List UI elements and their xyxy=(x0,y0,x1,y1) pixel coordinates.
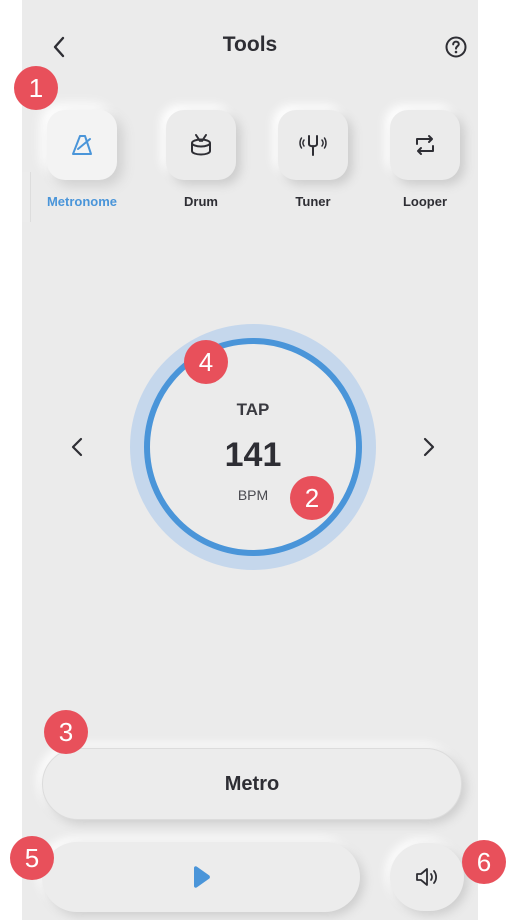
loop-icon xyxy=(416,135,434,155)
chevron-left-icon xyxy=(71,437,83,457)
tuner-tile[interactable] xyxy=(278,110,348,180)
metronome-icon xyxy=(72,135,92,155)
step-marker-5: 5 xyxy=(10,836,54,880)
drum-tile[interactable] xyxy=(166,110,236,180)
chevron-right-icon xyxy=(423,437,435,457)
chevron-left-icon xyxy=(53,36,65,58)
step-marker-1: 1 xyxy=(14,66,58,110)
decrease-bpm-button[interactable] xyxy=(62,430,92,464)
side-panel-edge xyxy=(22,172,31,222)
speaker-icon xyxy=(416,868,437,886)
tool-label: Metronome xyxy=(46,194,118,209)
bpm-value: 141 xyxy=(224,436,282,474)
help-circle-icon xyxy=(445,36,467,58)
tool-looper[interactable]: Looper xyxy=(388,110,462,209)
step-marker-4: 4 xyxy=(184,340,228,384)
tuning-fork-icon xyxy=(299,135,327,156)
step-marker-3: 3 xyxy=(44,710,88,754)
increase-bpm-button[interactable] xyxy=(414,430,444,464)
back-button[interactable] xyxy=(44,32,74,62)
step-marker-2: 2 xyxy=(290,476,334,520)
tool-metronome[interactable]: Metronome xyxy=(45,110,119,209)
tools-screen: Tools Metronome Drum Tuner Looper TAP 14… xyxy=(22,0,478,920)
tool-drum[interactable]: Drum xyxy=(164,110,238,209)
sound-button[interactable] xyxy=(390,843,464,911)
tool-tuner[interactable]: Tuner xyxy=(276,110,350,209)
drum-icon xyxy=(191,134,211,156)
help-button[interactable] xyxy=(442,33,470,61)
play-button[interactable] xyxy=(42,842,360,912)
page-title: Tools xyxy=(222,33,278,56)
tempo-ring[interactable]: TAP 141 BPM xyxy=(144,338,362,556)
tool-label: Drum xyxy=(184,194,218,209)
metro-mode-button[interactable]: Metro xyxy=(42,748,462,820)
step-marker-6: 6 xyxy=(462,840,506,884)
tool-label: Looper xyxy=(402,194,448,209)
looper-tile[interactable] xyxy=(390,110,460,180)
tap-button[interactable]: TAP xyxy=(150,400,356,420)
play-icon xyxy=(194,866,210,888)
tool-label: Tuner xyxy=(295,194,331,209)
tempo-dial[interactable]: TAP 141 BPM xyxy=(130,324,376,570)
metronome-tile[interactable] xyxy=(47,110,117,180)
